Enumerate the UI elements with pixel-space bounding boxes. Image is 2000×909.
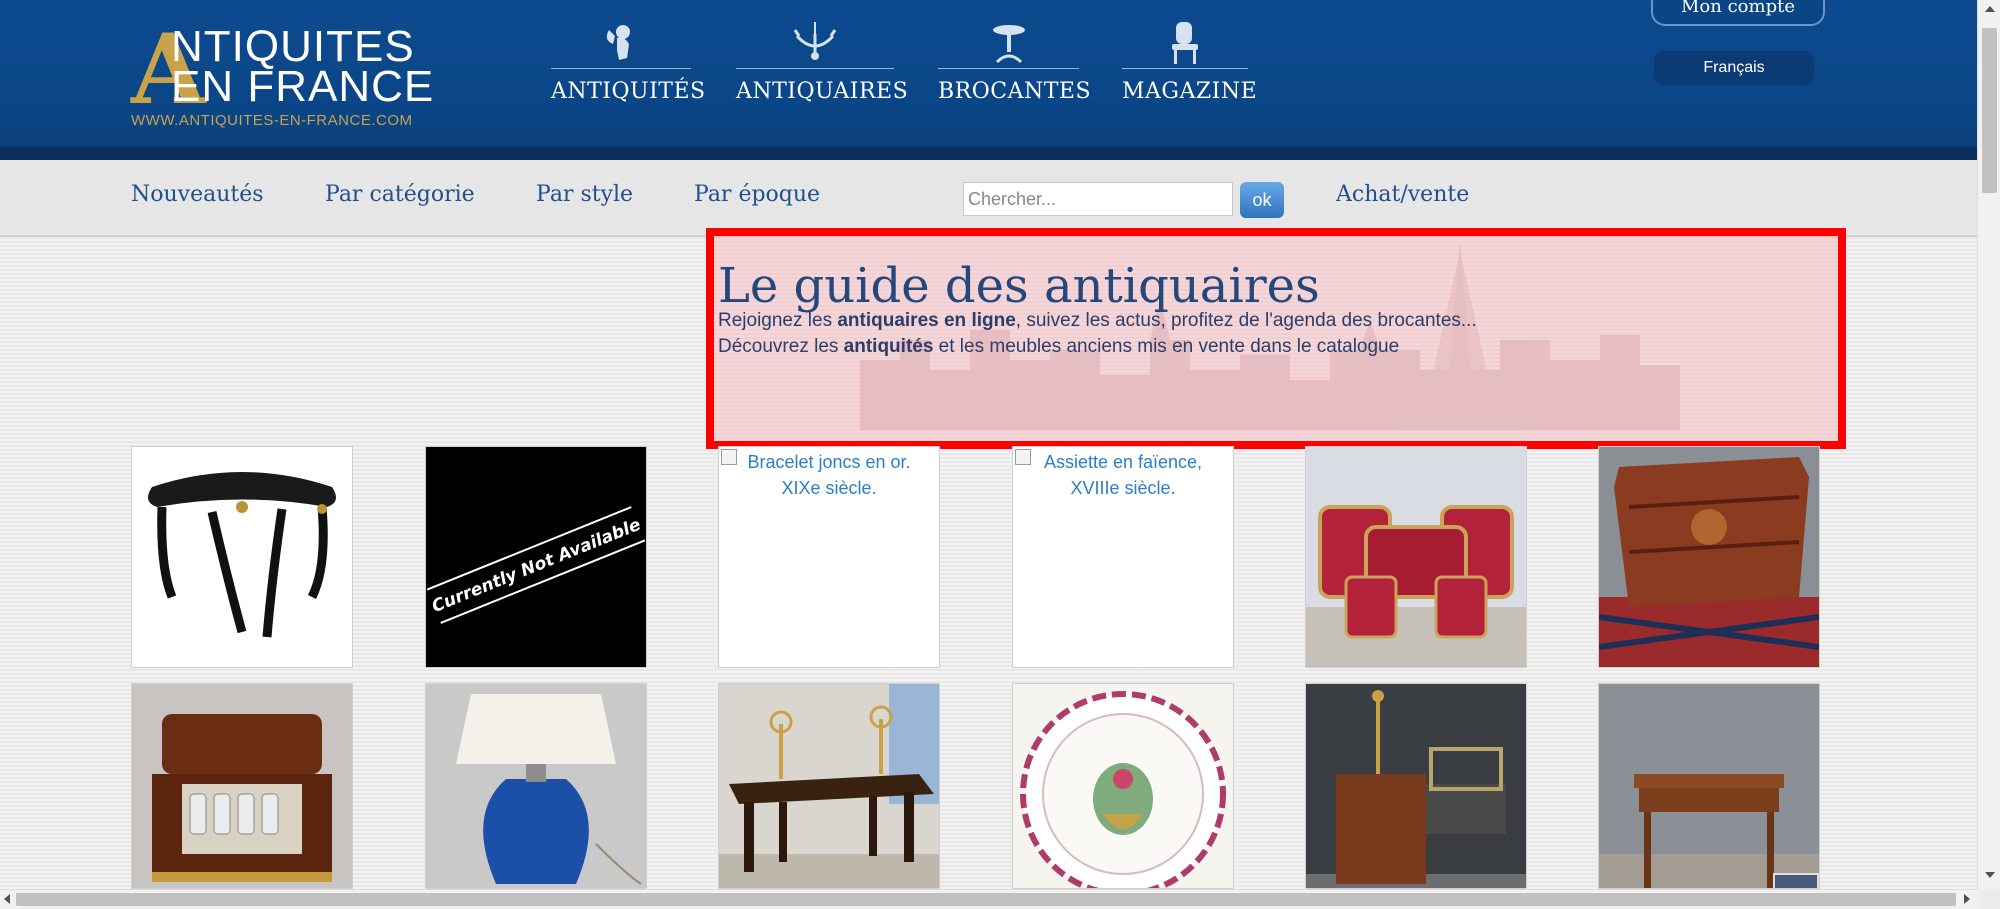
search-input[interactable] [963, 182, 1233, 216]
language-select[interactable]: Français [1654, 51, 1814, 85]
product-card[interactable] [131, 683, 353, 889]
product-card[interactable]: Currently Not Available [425, 446, 647, 668]
broken-image-icon [721, 449, 737, 465]
product-card[interactable] [425, 683, 647, 889]
product-image-red-salon [1306, 447, 1526, 667]
product-card[interactable] [718, 683, 940, 889]
scroll-up-icon[interactable] [1985, 6, 1995, 12]
product-image-black-table [132, 447, 352, 667]
site-logo[interactable]: A NTIQUITES EN FRANCE WWW.ANTIQUITES-EN-… [131, 22, 441, 132]
product-image-desk-gray [1306, 684, 1526, 888]
product-card[interactable]: Bracelet joncs en or. XIXe siècle. [718, 446, 940, 668]
subnav-par-style[interactable]: Par style [536, 182, 633, 207]
subnav-nouveautes[interactable]: Nouveautés [131, 182, 264, 207]
subnav-par-epoque[interactable]: Par époque [694, 182, 820, 207]
logo-line2: EN FRANCE [171, 62, 435, 111]
subnav-par-categorie[interactable]: Par catégorie [325, 182, 475, 207]
hero-line-2: Découvrez les antiquités et les meubles … [718, 336, 1400, 357]
search-button[interactable]: ok [1240, 182, 1284, 218]
header-divider [0, 147, 1977, 160]
cherub-icon [551, 22, 691, 69]
product-image-oak-table [719, 684, 939, 888]
product-image-blue-lamp [426, 684, 646, 888]
product-image-faience-plate [1013, 684, 1233, 888]
vertical-scroll-thumb[interactable] [1982, 28, 1997, 193]
product-alt-text: Bracelet joncs en or. XIXe siècle. [747, 452, 911, 498]
product-card[interactable] [1598, 683, 1820, 889]
product-card[interactable] [1305, 446, 1527, 668]
scroll-left-icon[interactable] [4, 894, 10, 904]
broken-image-icon [1015, 449, 1031, 465]
product-image-commode [1599, 447, 1819, 667]
chair-icon [1122, 22, 1248, 69]
product-image-cave-liqueur [132, 684, 352, 888]
product-card[interactable] [1305, 683, 1527, 889]
product-alt-text: Assiette en faïence, XVIIIe siècle. [1043, 452, 1203, 498]
table-icon [938, 22, 1079, 69]
nav-magazine[interactable]: MAGAZINE [1122, 22, 1257, 104]
hero-title: Le guide des antiquaires [718, 258, 1320, 314]
page-viewport: A NTIQUITES EN FRANCE WWW.ANTIQUITES-EN-… [0, 0, 1977, 889]
nav-brocantes[interactable]: BROCANTES [938, 22, 1091, 104]
scroll-right-icon[interactable] [1964, 894, 1970, 904]
hero-line-1: Rejoignez les antiquaires en ligne, suiv… [718, 310, 1477, 331]
product-image-side-table [1599, 684, 1819, 888]
account-button[interactable]: Mon compte [1651, 0, 1825, 26]
product-card[interactable] [1012, 683, 1234, 889]
not-available-image: Currently Not Available [426, 447, 646, 667]
nav-antiquites[interactable]: ANTIQUITÉS [551, 22, 705, 104]
chandelier-icon [736, 22, 894, 69]
nav-antiquaires[interactable]: ANTIQUAIRES [736, 22, 908, 104]
link-antiquites[interactable]: antiquités [844, 336, 934, 357]
subnav-achat-vente[interactable]: Achat/vente [1336, 182, 1469, 207]
horizontal-scrollbar[interactable] [0, 889, 1977, 909]
logo-url: WWW.ANTIQUITES-EN-FRANCE.COM [131, 112, 413, 129]
sub-navigation: Nouveautés Par catégorie Par style Par é… [0, 160, 1977, 237]
link-antiquaires-en-ligne[interactable]: antiquaires en ligne [837, 310, 1015, 331]
scroll-down-icon[interactable] [1985, 872, 1995, 878]
product-card[interactable] [131, 446, 353, 668]
product-card[interactable]: Assiette en faïence, XVIIIe siècle. [1012, 446, 1234, 668]
product-card[interactable] [1598, 446, 1820, 668]
site-header: A NTIQUITES EN FRANCE WWW.ANTIQUITES-EN-… [0, 0, 1977, 147]
horizontal-scroll-thumb[interactable] [16, 893, 1956, 906]
vertical-scrollbar[interactable] [1977, 0, 2000, 889]
